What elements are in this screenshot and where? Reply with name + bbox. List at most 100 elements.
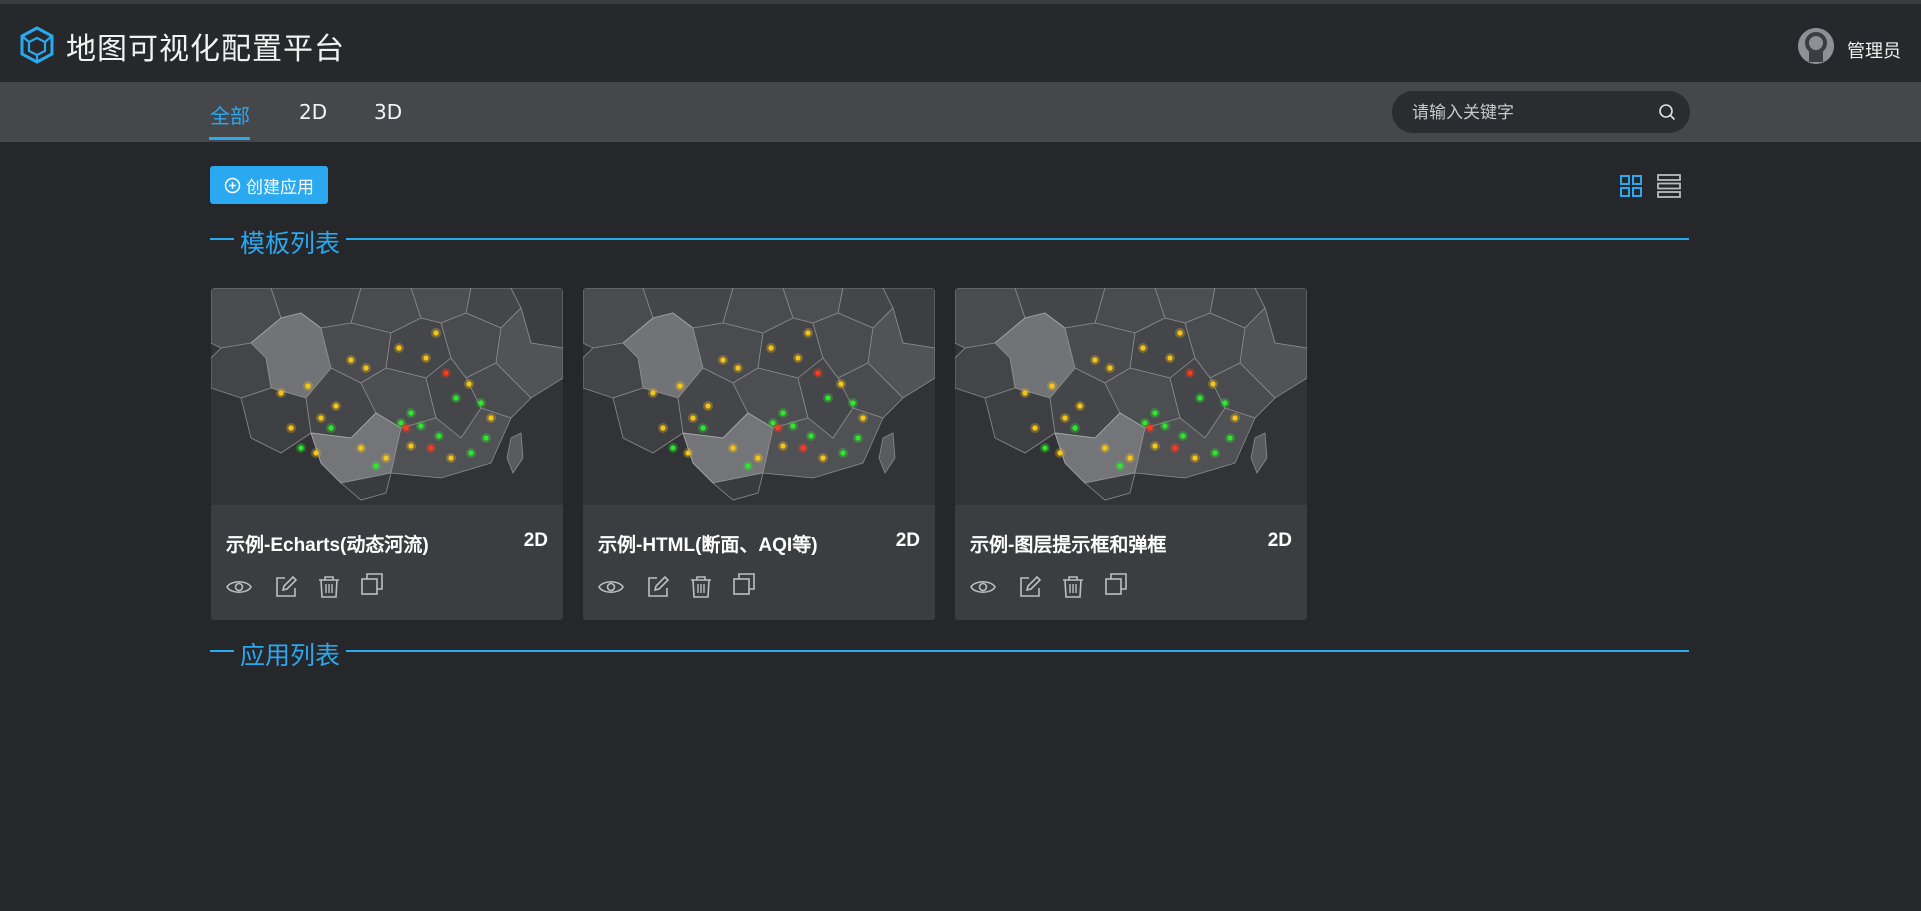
map-point: [1197, 395, 1203, 401]
search-input[interactable]: [1410, 91, 1654, 135]
map-point: [488, 415, 494, 421]
map-point: [780, 410, 786, 416]
template-card[interactable]: 示例-Echarts(动态河流) 2D: [211, 288, 563, 620]
map-point: [468, 450, 474, 456]
map-point: [403, 425, 409, 431]
edit-icon[interactable]: [645, 574, 671, 600]
section-divider: [346, 238, 1689, 240]
china-south-map-image: [211, 288, 563, 505]
map-point: [815, 370, 821, 376]
map-point: [1140, 345, 1146, 351]
map-point: [423, 355, 429, 361]
map-point: [363, 365, 369, 371]
tab-all[interactable]: 全部: [210, 100, 250, 129]
map-point: [436, 433, 442, 439]
map-point: [1162, 423, 1168, 429]
copy-icon[interactable]: [1103, 571, 1129, 597]
template-name: 示例-图层提示框和弹框: [970, 535, 1167, 556]
section-divider: [346, 650, 1689, 652]
map-point: [305, 383, 311, 389]
map-point: [1222, 400, 1228, 406]
search-icon[interactable]: [1658, 103, 1676, 121]
active-tab-indicator: [209, 137, 250, 140]
view-icon[interactable]: [226, 574, 252, 600]
map-point: [1042, 445, 1048, 451]
map-point: [358, 445, 364, 451]
edit-icon[interactable]: [273, 574, 299, 600]
template-type-badge: 2D: [1267, 530, 1292, 551]
map-point: [1210, 381, 1216, 387]
map-point: [1192, 455, 1198, 461]
map-point: [483, 435, 489, 441]
map-point: [1177, 330, 1183, 336]
template-type-badge: 2D: [895, 530, 920, 551]
template-card[interactable]: 示例-图层提示框和弹框 2D: [955, 288, 1307, 620]
map-point: [735, 365, 741, 371]
copy-icon[interactable]: [731, 571, 757, 597]
map-point: [700, 425, 706, 431]
map-thumbnail: [583, 288, 935, 505]
map-point: [383, 455, 389, 461]
grid-view-icon[interactable]: [1620, 175, 1642, 197]
map-point: [790, 423, 796, 429]
map-point: [1092, 357, 1098, 363]
map-point: [1102, 445, 1108, 451]
map-point: [1022, 390, 1028, 396]
map-point: [650, 390, 656, 396]
delete-icon[interactable]: [688, 574, 714, 600]
user-avatar-icon: [1798, 28, 1834, 64]
map-point: [755, 455, 761, 461]
map-point: [313, 450, 319, 456]
map-point: [1127, 455, 1133, 461]
template-card[interactable]: 示例-HTML(断面、AQI等) 2D: [583, 288, 935, 620]
map-thumbnail: [955, 288, 1307, 505]
map-point: [288, 425, 294, 431]
map-point: [318, 415, 324, 421]
user-name[interactable]: 管理员: [1847, 37, 1901, 63]
delete-icon[interactable]: [316, 574, 342, 600]
map-point: [1180, 433, 1186, 439]
map-point: [840, 450, 846, 456]
view-icon[interactable]: [970, 574, 996, 600]
map-point: [448, 455, 454, 461]
view-icon[interactable]: [598, 574, 624, 600]
map-point: [396, 345, 402, 351]
map-point: [1072, 425, 1078, 431]
map-point: [660, 425, 666, 431]
map-point: [670, 445, 676, 451]
tab-2d[interactable]: 2D: [299, 100, 327, 124]
map-point: [333, 403, 339, 409]
map-point: [278, 390, 284, 396]
map-point: [1147, 425, 1153, 431]
user-avatar[interactable]: [1798, 28, 1834, 64]
map-point: [677, 383, 683, 389]
map-point: [443, 370, 449, 376]
templates-section-title: 模板列表: [240, 229, 341, 258]
map-point: [1062, 415, 1068, 421]
map-point: [838, 381, 844, 387]
plus-circle-icon: [224, 177, 241, 193]
edit-icon[interactable]: [1017, 574, 1043, 600]
map-point: [408, 410, 414, 416]
create-app-button[interactable]: 创建应用: [210, 166, 328, 204]
map-point: [780, 443, 786, 449]
template-name: 示例-Echarts(动态河流): [226, 535, 429, 556]
map-point: [466, 381, 472, 387]
map-point: [855, 435, 861, 441]
map-point: [428, 445, 434, 451]
delete-icon[interactable]: [1060, 574, 1086, 600]
map-point: [690, 415, 696, 421]
tab-3d[interactable]: 3D: [374, 100, 402, 124]
map-point: [1049, 383, 1055, 389]
copy-icon[interactable]: [359, 571, 385, 597]
map-point: [825, 395, 831, 401]
map-point: [805, 330, 811, 336]
map-point: [1167, 355, 1173, 361]
template-type-badge: 2D: [523, 530, 548, 551]
list-view-icon[interactable]: [1657, 174, 1681, 198]
china-south-map-image: [583, 288, 935, 505]
map-point: [418, 423, 424, 429]
map-point: [775, 425, 781, 431]
map-point: [373, 463, 379, 469]
map-point: [685, 450, 691, 456]
